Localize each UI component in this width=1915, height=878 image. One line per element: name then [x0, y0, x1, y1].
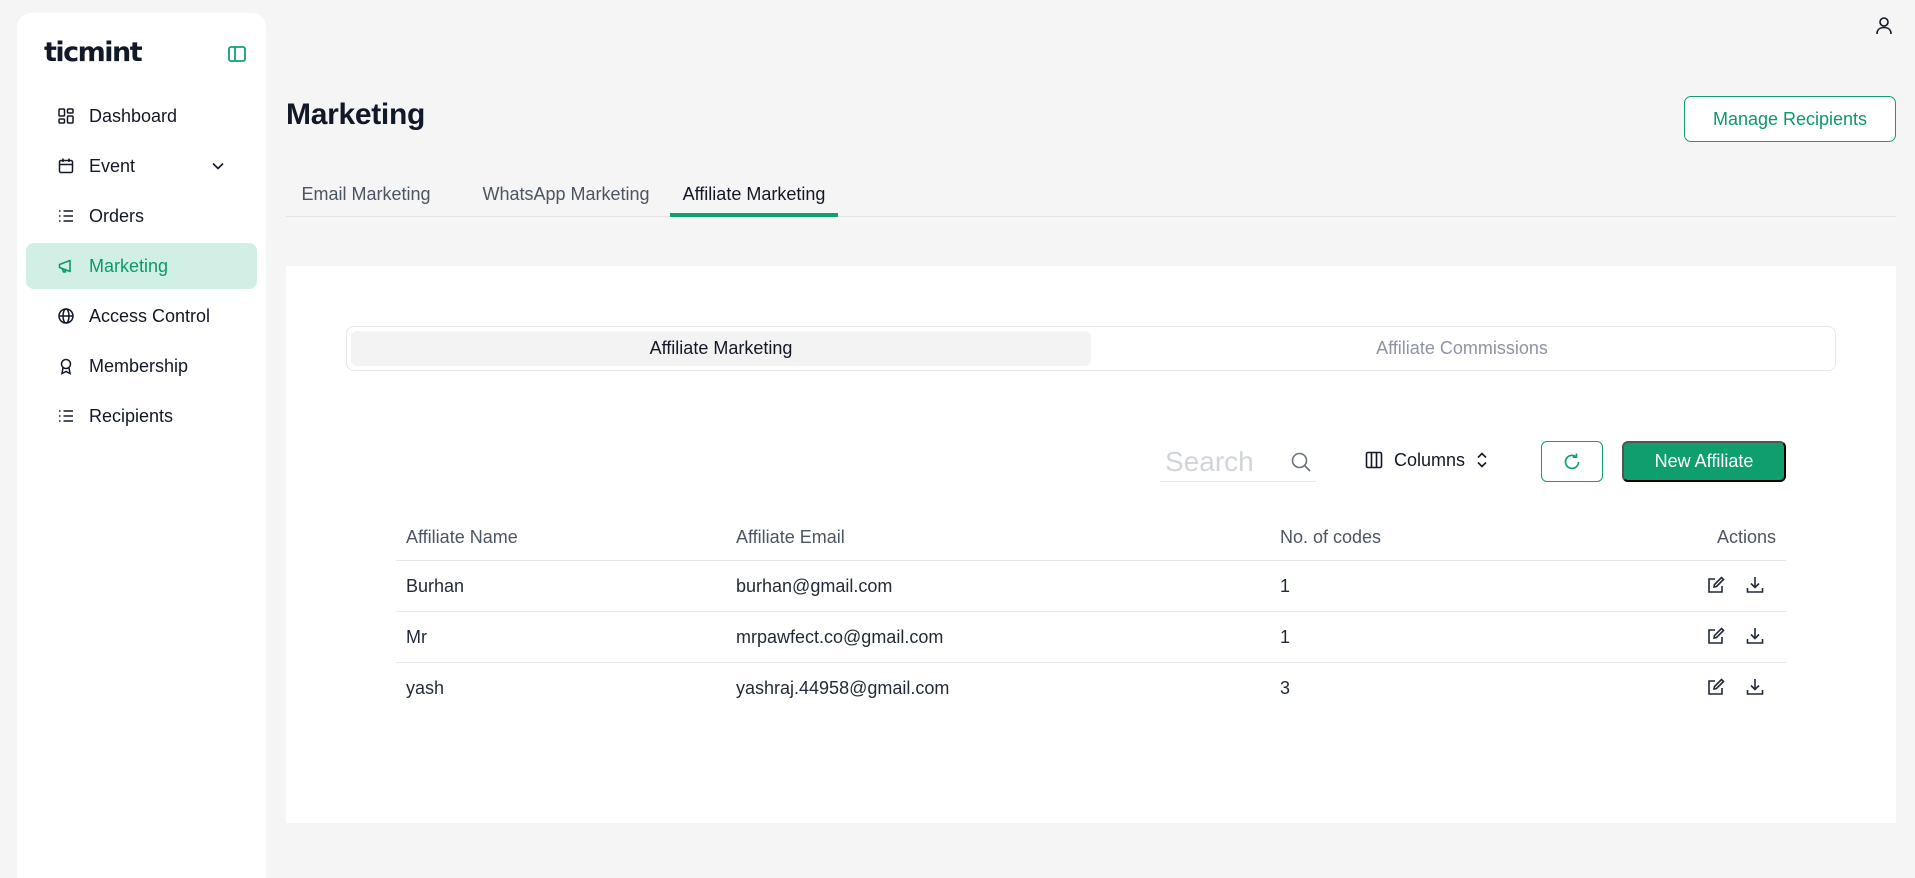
codes-count-cell: 1 [1280, 576, 1291, 596]
badge-icon [56, 356, 76, 376]
sidebar-item-event[interactable]: Event [26, 143, 257, 189]
segmented-control: Affiliate Marketing Affiliate Commission… [346, 326, 1836, 371]
sidebar-item-recipients[interactable]: Recipients [26, 393, 257, 439]
search-icon[interactable] [1289, 450, 1313, 474]
affiliate-name-cell: Mr [406, 627, 427, 647]
sidebar-item-label: Access Control [89, 305, 211, 326]
page-title: Marketing [286, 98, 425, 131]
search-input[interactable] [1160, 445, 1285, 478]
sidebar-nav: Dashboard Event Orders Marketing Access … [26, 93, 257, 443]
download-icon[interactable] [1744, 676, 1766, 698]
row-actions [1705, 625, 1766, 647]
column-header-no-of-codes[interactable]: No. of codes [1280, 527, 1381, 548]
globe-icon [56, 306, 76, 326]
download-icon[interactable] [1744, 625, 1766, 647]
sidebar-item-label: Membership [89, 355, 189, 376]
sidebar-item-label: Dashboard [89, 105, 178, 126]
sidebar-item-label: Marketing [89, 255, 169, 276]
edit-icon[interactable] [1705, 676, 1727, 698]
brand-logo[interactable]: ticmint [44, 37, 143, 68]
edit-icon[interactable] [1705, 625, 1727, 647]
affiliate-card: Affiliate Marketing Affiliate Commission… [286, 266, 1896, 823]
column-header-actions: Actions [1716, 527, 1776, 547]
sidebar-item-label: Orders [89, 205, 145, 226]
tab-affiliate-marketing[interactable]: Affiliate Marketing [670, 172, 838, 217]
sidebar-item-marketing[interactable]: Marketing [26, 243, 257, 289]
sidebar-item-access-control[interactable]: Access Control [26, 293, 257, 339]
orders-list-icon [56, 206, 76, 226]
columns-icon [1364, 450, 1384, 470]
column-header-affiliate-email[interactable]: Affiliate Email [736, 527, 845, 548]
table-row: Mr mrpawfect.co@gmail.com 1 [396, 612, 1786, 663]
chevron-up-down-icon [1475, 450, 1489, 470]
codes-count-cell: 3 [1280, 678, 1291, 698]
table-row: yash yashraj.44958@gmail.com 3 [396, 663, 1786, 714]
sidebar-collapse-icon[interactable] [226, 43, 248, 65]
sidebar-item-dashboard[interactable]: Dashboard [26, 93, 257, 139]
sidebar-item-orders[interactable]: Orders [26, 193, 257, 239]
table-row: Burhan burhan@gmail.com 1 [396, 561, 1786, 612]
new-affiliate-button[interactable]: New Affiliate [1622, 441, 1786, 482]
row-actions [1705, 574, 1766, 596]
dashboard-icon [56, 106, 76, 126]
affiliate-name-cell: Burhan [406, 576, 465, 596]
calendar-icon [56, 156, 76, 176]
segment-affiliate-commissions[interactable]: Affiliate Commissions [1092, 331, 1832, 366]
column-header-affiliate-name[interactable]: Affiliate Name [406, 527, 518, 548]
affiliate-email-cell: yashraj.44958@gmail.com [736, 678, 950, 698]
refresh-button[interactable] [1541, 441, 1603, 482]
sidebar-item-label: Event [89, 155, 136, 176]
row-actions [1705, 676, 1766, 698]
tab-email-marketing[interactable]: Email Marketing [286, 172, 446, 217]
refresh-icon [1562, 452, 1582, 472]
affiliate-email-cell: mrpawfect.co@gmail.com [736, 627, 944, 647]
columns-label: Columns [1394, 449, 1466, 470]
megaphone-icon [56, 256, 76, 276]
manage-recipients-button[interactable]: Manage Recipients [1684, 96, 1896, 142]
user-profile-icon[interactable] [1874, 15, 1894, 37]
tab-whatsapp-marketing[interactable]: WhatsApp Marketing [461, 172, 671, 217]
affiliates-table: Affiliate Name Affiliate Email No. of co… [396, 516, 1786, 714]
segment-affiliate-marketing[interactable]: Affiliate Marketing [351, 331, 1091, 366]
codes-count-cell: 1 [1280, 627, 1291, 647]
sidebar: ticmint Dashboard Event Orders Marketing… [17, 13, 266, 878]
marketing-tabs: Email Marketing WhatsApp Marketing Affil… [286, 172, 1896, 217]
brand-name: ticmint [44, 37, 143, 68]
sidebar-item-membership[interactable]: Membership [26, 343, 257, 389]
edit-icon[interactable] [1705, 574, 1727, 596]
search-box [1160, 442, 1316, 482]
affiliate-name-cell: yash [406, 678, 445, 698]
affiliate-email-cell: burhan@gmail.com [736, 576, 893, 596]
download-icon[interactable] [1744, 574, 1766, 596]
sidebar-item-label: Recipients [89, 405, 174, 426]
columns-button[interactable]: Columns [1364, 444, 1489, 476]
chevron-down-icon[interactable] [209, 157, 227, 175]
list-icon [56, 406, 76, 426]
table-header: Affiliate Name Affiliate Email No. of co… [396, 516, 1786, 561]
